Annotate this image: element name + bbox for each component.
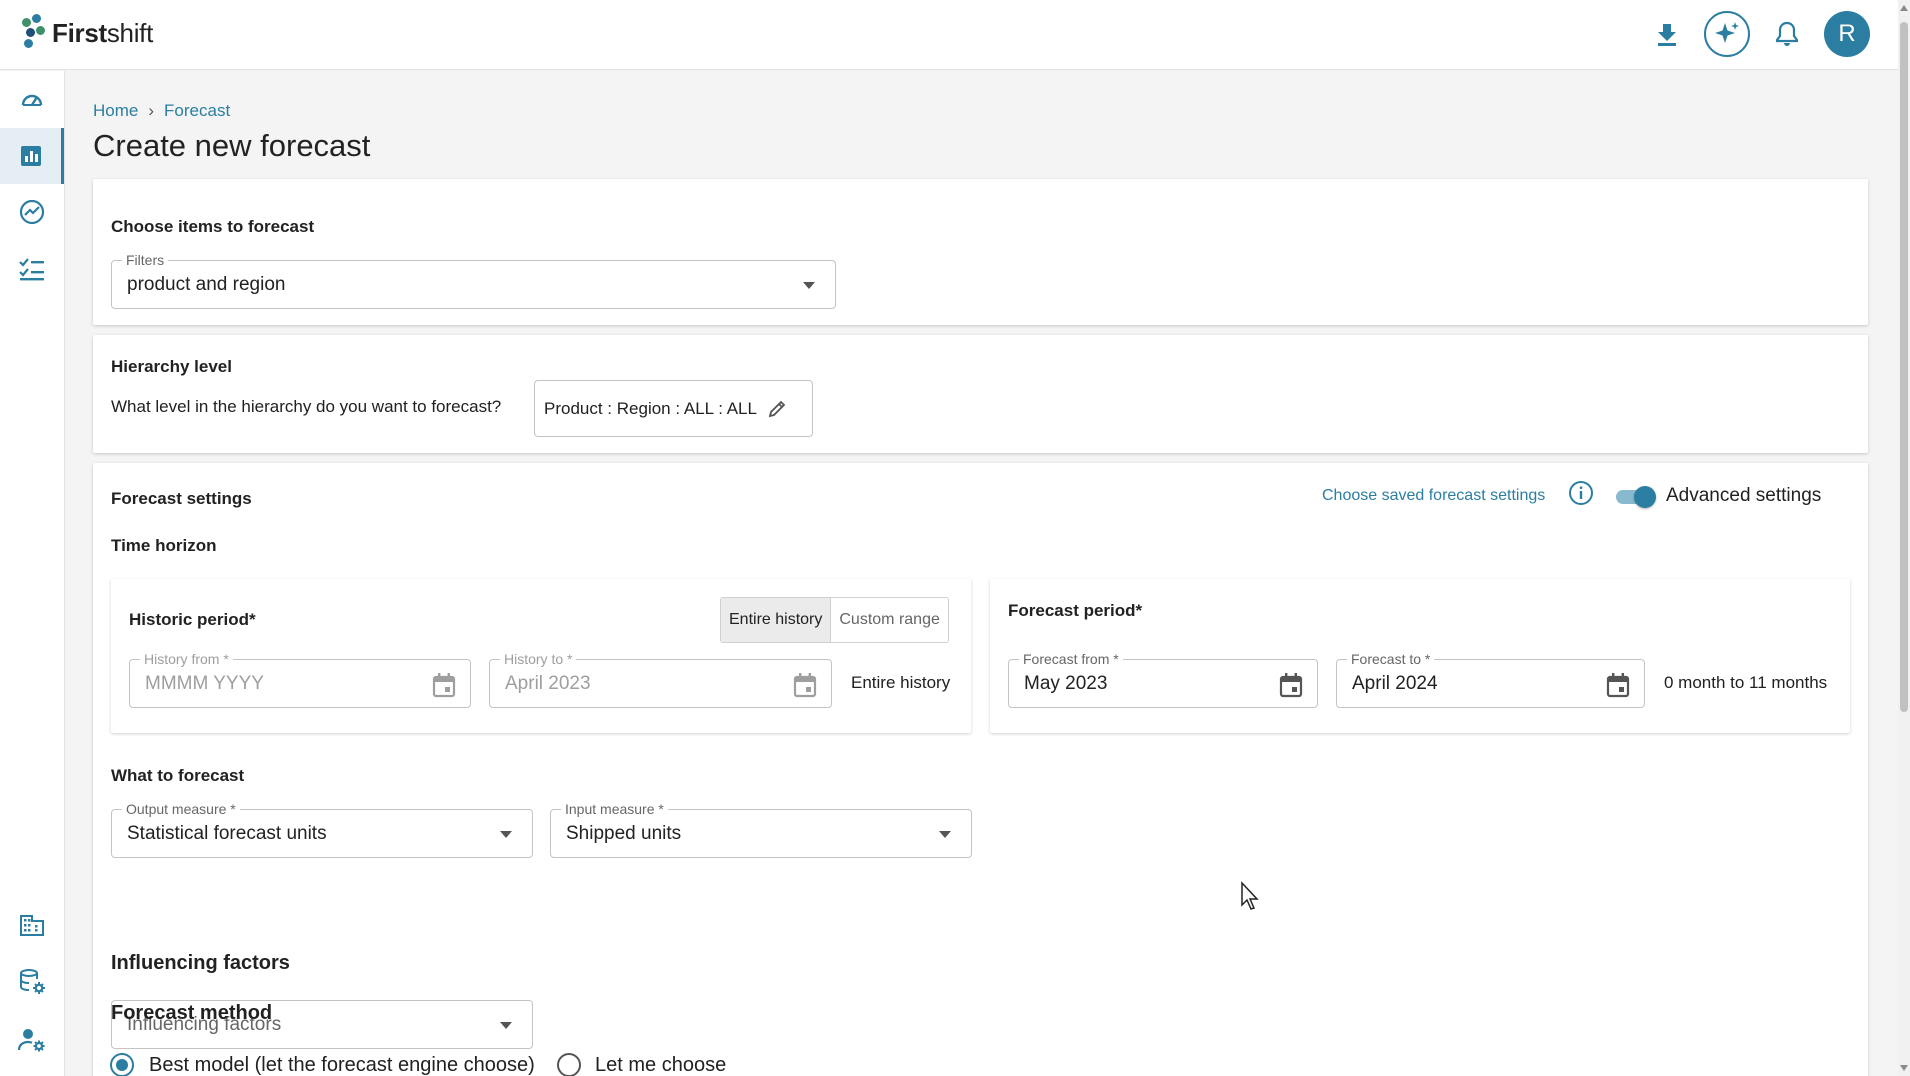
ai-sparkle-icon[interactable]	[1704, 11, 1750, 57]
input-measure-label: Input measure *	[561, 801, 668, 817]
hierarchy-level-value: Product : Region : ALL : ALL	[544, 398, 757, 418]
forecast-to-label: Forecast to *	[1347, 651, 1435, 667]
download-icon[interactable]	[1644, 11, 1690, 57]
historic-range-toggle: Entire history Custom range	[720, 597, 949, 643]
scroll-down-icon[interactable]	[1900, 1065, 1908, 1071]
hierarchy-level-button[interactable]: Product : Region : ALL : ALL	[534, 380, 813, 437]
scrollbar-thumb[interactable]	[1900, 22, 1908, 712]
checklist-icon[interactable]	[0, 241, 64, 297]
hierarchy-card: Hierarchy level What level in the hierar…	[93, 335, 1868, 453]
output-measure-select[interactable]: Output measure * Statistical forecast un…	[111, 801, 533, 858]
history-to-label: History to *	[500, 651, 577, 667]
calendar-icon[interactable]	[1606, 672, 1630, 698]
vertical-scrollbar[interactable]	[1898, 0, 1910, 1076]
top-bar: Firstshift R	[0, 0, 1898, 70]
calendar-icon[interactable]	[793, 672, 817, 698]
breadcrumb-forecast[interactable]: Forecast	[164, 101, 230, 121]
hierarchy-question: What level in the hierarchy do you want …	[111, 397, 502, 416]
historic-period-panel: Historic period* Entire history Custom r…	[111, 579, 971, 733]
page-title: Create new forecast	[93, 128, 371, 163]
forecast-method-title: Forecast method	[111, 1002, 273, 1024]
firstshift-logo[interactable]: Firstshift	[22, 14, 153, 52]
time-horizon-title: Time horizon	[111, 536, 217, 555]
bell-icon[interactable]	[1764, 11, 1810, 57]
pencil-icon	[768, 400, 786, 417]
advanced-settings-toggle[interactable]	[1614, 485, 1658, 509]
historic-summary: Entire history	[851, 673, 951, 692]
forecast-chart-icon[interactable]	[0, 128, 64, 184]
let-me-choose-radio[interactable]	[557, 1053, 581, 1076]
best-model-radio[interactable]	[110, 1053, 134, 1076]
output-measure-label: Output measure *	[122, 801, 240, 817]
organization-icon[interactable]	[0, 897, 64, 953]
filters-select[interactable]: Filters product and region	[111, 252, 836, 309]
best-model-label[interactable]: Best model (let the forecast engine choo…	[149, 1054, 535, 1076]
forecast-from-field[interactable]: Forecast from * May 2023	[1008, 651, 1318, 708]
forecast-from-label: Forecast from *	[1019, 651, 1123, 667]
brand-name: Firstshift	[52, 17, 154, 48]
choose-items-card: Choose items to forecast Filters product…	[93, 179, 1868, 325]
entire-history-toggle[interactable]: Entire history	[721, 598, 832, 642]
database-settings-icon[interactable]	[0, 954, 64, 1010]
history-from-label: History from *	[140, 651, 233, 667]
input-measure-value: Shipped units	[566, 823, 682, 844]
filters-label: Filters	[122, 252, 169, 268]
forecast-period-title: Forecast period*	[1008, 601, 1143, 620]
forecast-settings-title: Forecast settings	[111, 489, 252, 508]
chevron-down-icon	[803, 282, 815, 289]
trend-icon[interactable]	[0, 184, 64, 240]
breadcrumb-separator: ›	[148, 101, 155, 120]
historic-period-title: Historic period*	[129, 610, 256, 629]
side-navigation	[0, 71, 65, 1076]
advanced-settings-label: Advanced settings	[1666, 485, 1822, 506]
user-avatar[interactable]: R	[1824, 11, 1870, 57]
info-icon[interactable]	[1567, 479, 1595, 507]
calendar-icon[interactable]	[1279, 672, 1303, 698]
history-to-value: April 2023	[505, 673, 591, 694]
custom-range-toggle[interactable]: Custom range	[831, 598, 948, 642]
forecast-period-summary: 0 month to 11 months	[1664, 673, 1828, 692]
user-settings-icon[interactable]	[0, 1012, 64, 1068]
history-from-field[interactable]: History from * MMMM YYYY	[129, 651, 471, 708]
forecast-settings-card: Forecast settings Choose saved forecast …	[93, 463, 1868, 1076]
calendar-icon[interactable]	[432, 672, 456, 698]
dashboard-icon[interactable]	[0, 72, 64, 128]
influencing-factors-title: Influencing factors	[111, 952, 290, 974]
scroll-up-icon[interactable]	[1900, 5, 1908, 11]
mouse-cursor-icon	[1241, 881, 1259, 910]
breadcrumb-home[interactable]: Home	[93, 101, 138, 121]
choose-saved-settings-link[interactable]: Choose saved forecast settings	[1322, 487, 1545, 505]
chevron-down-icon	[939, 831, 951, 838]
filters-value: product and region	[127, 274, 286, 295]
choose-items-title: Choose items to forecast	[111, 217, 315, 236]
forecast-to-field[interactable]: Forecast to * April 2024	[1336, 651, 1645, 708]
let-me-choose-label[interactable]: Let me choose	[595, 1054, 726, 1076]
history-to-field[interactable]: History to * April 2023	[489, 651, 832, 708]
input-measure-select[interactable]: Input measure * Shipped units	[550, 801, 972, 858]
forecast-to-value: April 2024	[1352, 673, 1438, 694]
chevron-down-icon	[500, 831, 512, 838]
chevron-down-icon	[500, 1022, 512, 1029]
what-to-forecast-title: What to forecast	[111, 766, 245, 785]
main-content: Home › Forecast Create new forecast Choo…	[66, 71, 1898, 1076]
breadcrumb: Home › Forecast	[93, 101, 230, 121]
hierarchy-title: Hierarchy level	[111, 357, 232, 376]
logo-mark-icon	[22, 14, 50, 52]
output-measure-value: Statistical forecast units	[127, 823, 327, 844]
forecast-from-value: May 2023	[1024, 673, 1108, 694]
history-from-placeholder: MMMM YYYY	[145, 673, 264, 694]
forecast-period-panel: Forecast period* Forecast from * May 202…	[990, 579, 1850, 733]
